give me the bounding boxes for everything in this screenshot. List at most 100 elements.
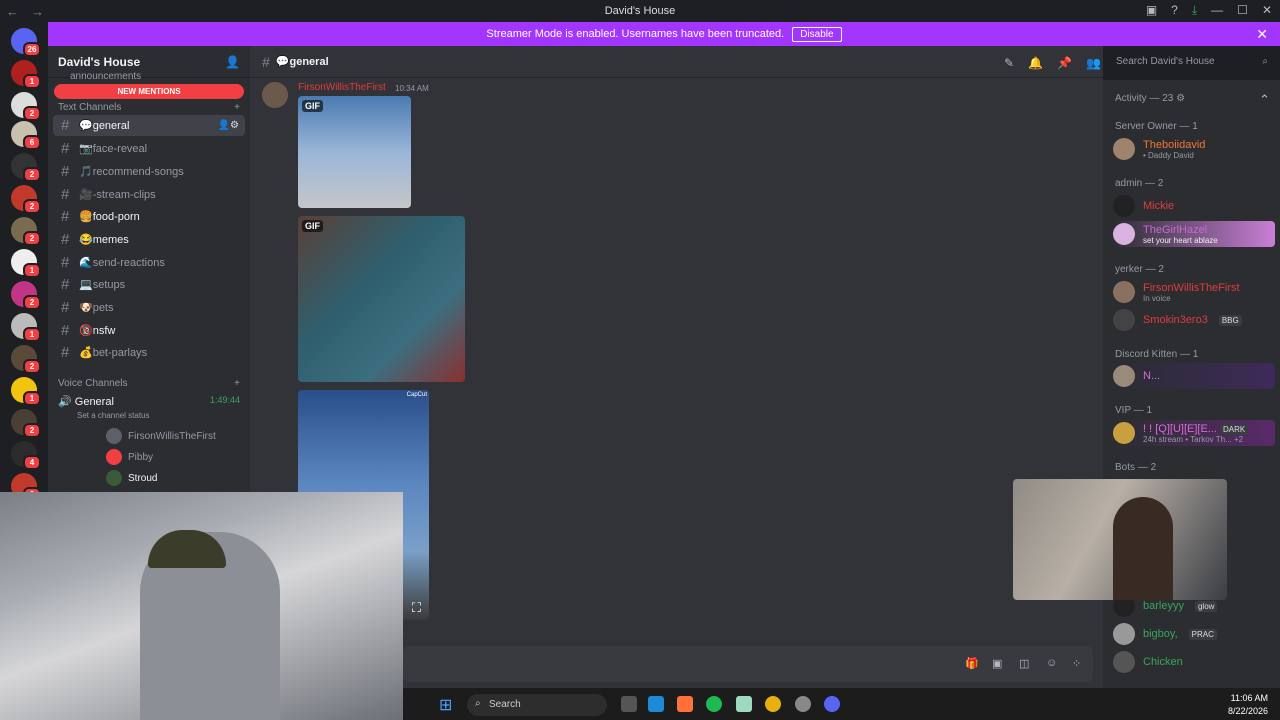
voice-user[interactable]: FirsonWillisTheFirst — [106, 428, 216, 444]
add-member-icon[interactable]: 👤 — [225, 55, 240, 69]
home-button[interactable]: 26 — [11, 28, 41, 57]
settings-icon[interactable]: 👤⚙ — [218, 120, 239, 131]
chrome-icon[interactable] — [765, 696, 781, 712]
server-icon[interactable]: 2 — [11, 345, 41, 374]
inbox-icon[interactable]: ▣ — [1146, 3, 1157, 18]
avatar — [106, 470, 122, 486]
voice-channels-category[interactable]: Voice Channels + — [58, 378, 240, 389]
task-view-icon[interactable] — [621, 696, 637, 712]
windows-start-icon[interactable]: ⊞ — [439, 695, 452, 715]
streamer-mode-banner: Streamer Mode is enabled. Usernames have… — [48, 22, 1280, 46]
taskbar-search-label: Search — [489, 699, 521, 710]
help-icon[interactable]: ? — [1171, 3, 1178, 18]
threads-icon[interactable]: ✎ — [1004, 56, 1014, 70]
server-badge: 4 — [23, 455, 41, 470]
member-item[interactable]: TheGirlHazel set your heart ablaze — [1113, 221, 1275, 247]
avatar — [1113, 195, 1135, 217]
server-icon[interactable]: 2 — [11, 92, 41, 121]
member-tag: glow — [1194, 600, 1218, 612]
category-label: Voice Channels — [58, 378, 128, 389]
message-author[interactable]: FirsonWillisTheFirst — [298, 82, 386, 93]
channel-bet-parlays[interactable]: # 💰bet-parlays — [53, 342, 245, 363]
download-icon[interactable]: ⤓ — [1192, 3, 1197, 18]
member-name: barleyyy — [1143, 600, 1184, 612]
pin-icon[interactable]: 📌 — [1057, 56, 1072, 70]
disable-button[interactable]: Disable — [792, 26, 842, 42]
spotify-icon[interactable] — [706, 696, 722, 712]
channel-status[interactable]: Set a channel status — [77, 411, 150, 420]
server-icon[interactable]: 2 — [11, 217, 41, 246]
text-channels-category[interactable]: Text Channels + — [58, 102, 240, 113]
channel-stream-clips[interactable]: # 🎥-stream-clips — [53, 184, 245, 205]
bell-icon[interactable]: 🔔 — [1028, 56, 1043, 70]
gif-icon[interactable]: ▣ — [992, 657, 1002, 670]
server-icon[interactable]: 6 — [11, 121, 41, 150]
message-input[interactable]: 🎁 ▣ ◫ ☺ ⁘ — [403, 646, 1093, 682]
server-icon[interactable]: 2 — [11, 185, 41, 214]
gift-icon[interactable]: 🎁 — [965, 657, 979, 670]
voice-channel-general[interactable]: 🔊 General 1:49:44 — [58, 395, 240, 408]
notepad-icon[interactable] — [736, 696, 752, 712]
channel-recommend-songs[interactable]: # 🎵recommend-songs — [53, 161, 245, 182]
system-clock[interactable]: 11:06 AM 8/22/2026 — [1228, 692, 1268, 718]
channel-face-reveal[interactable]: # 📷face-reveal — [53, 138, 245, 159]
channel-food-porn[interactable]: # 🍔food-porn — [53, 206, 245, 227]
member-item[interactable]: Chicken — [1113, 649, 1275, 675]
member-item[interactable]: FirsonWillisTheFirst In voice — [1113, 279, 1275, 305]
server-icon[interactable]: 2 — [11, 409, 41, 438]
member-item[interactable]: Mickie — [1113, 193, 1275, 219]
member-status-text: 24h stream • Tarkov Th... — [1143, 434, 1232, 444]
channel-nsfw[interactable]: # 🔞nsfw — [53, 320, 245, 341]
close-window-icon[interactable]: ✕ — [1262, 3, 1272, 18]
channel-setups[interactable]: # 💻setups — [53, 274, 245, 295]
member-name: Mickie — [1143, 200, 1175, 212]
channel-label: 🔞nsfw — [79, 325, 116, 337]
channel-pets[interactable]: # 🐶pets — [53, 297, 245, 318]
channel-label: 🐶pets — [79, 302, 114, 314]
server-icon[interactable]: 2 — [11, 281, 41, 310]
emoji-icon[interactable]: ☺ — [1046, 657, 1057, 669]
member-item[interactable]: Theboiidavid • Daddy David — [1113, 136, 1275, 162]
channel-send-reactions[interactable]: # 🌊send-reactions — [53, 252, 245, 273]
add-channel-icon[interactable]: + — [234, 102, 240, 113]
discord-icon[interactable] — [824, 696, 840, 712]
search-input[interactable]: Search David's House ⌕ — [1110, 52, 1274, 72]
server-icon[interactable]: 1 — [11, 313, 41, 342]
activity-header[interactable]: Activity — 23 ⚙ — [1115, 93, 1185, 104]
apps-icon[interactable]: ⁘ — [1072, 657, 1081, 670]
new-mentions-pill[interactable]: NEW MENTIONS — [54, 84, 244, 99]
obs-icon[interactable] — [795, 696, 811, 712]
add-channel-icon[interactable]: + — [234, 378, 240, 389]
avatar[interactable] — [262, 82, 288, 108]
fullscreen-icon[interactable]: ⛶ — [412, 600, 421, 616]
member-item[interactable]: ! ! [Q][U][E][E... DARK 24h stream • Tarko… — [1113, 420, 1275, 446]
maximize-icon[interactable]: ☐ — [1237, 3, 1248, 18]
taskbar-search[interactable]: ⌕ Search — [467, 694, 607, 716]
chevron-up-icon[interactable]: ⌃ — [1259, 92, 1270, 108]
firefox-icon[interactable] — [677, 696, 693, 712]
avatar — [1113, 281, 1135, 303]
voice-user[interactable]: Pibby — [106, 449, 153, 465]
server-icon[interactable]: 1 — [11, 60, 41, 89]
streamer-webcam-overlay — [0, 492, 403, 720]
server-badge: 2 — [23, 106, 41, 121]
server-icon[interactable]: 2 — [11, 153, 41, 182]
member-item[interactable]: bigboy, PRAC — [1113, 621, 1275, 647]
voice-user[interactable]: Stroud — [106, 470, 157, 486]
member-item[interactable]: Smokin3ero3 BBG — [1113, 307, 1275, 333]
message-timestamp: 10:34 AM — [395, 84, 429, 93]
channel-memes[interactable]: # 😂memes — [53, 229, 245, 250]
close-banner-icon[interactable]: ✕ — [1256, 26, 1268, 43]
edge-icon[interactable] — [648, 696, 664, 712]
members-icon[interactable]: 👥 — [1086, 56, 1101, 70]
server-icon[interactable]: 1 — [11, 377, 41, 406]
gif-attachment[interactable]: GIF — [298, 96, 411, 208]
gif-attachment[interactable]: GIF — [298, 216, 465, 382]
member-item[interactable]: N... — [1113, 363, 1275, 389]
prev-channel[interactable]: announcements — [70, 71, 141, 82]
channel-general[interactable]: # 💬general 👤⚙ — [53, 115, 245, 136]
sticker-icon[interactable]: ◫ — [1019, 657, 1029, 670]
minimize-icon[interactable]: — — [1211, 3, 1223, 18]
server-icon[interactable]: 4 — [11, 441, 41, 470]
server-icon[interactable]: 1 — [11, 249, 41, 278]
